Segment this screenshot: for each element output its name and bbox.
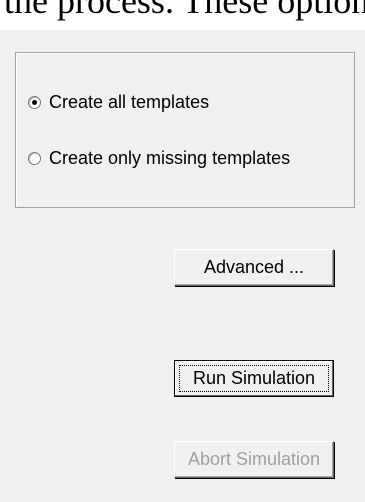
document-text: the process. These options	[4, 0, 365, 21]
radio-create-all-templates[interactable]: Create all templates	[28, 89, 209, 115]
radio-label-create-all: Create all templates	[49, 92, 210, 112]
radio-create-missing-templates[interactable]: Create only missing templates	[28, 145, 290, 171]
radio-label-create-missing: Create only missing templates	[49, 148, 291, 168]
advanced-button[interactable]: Advanced ...	[174, 249, 334, 286]
radio-unchecked-icon[interactable]	[28, 151, 41, 165]
abort-simulation-button[interactable]: Abort Simulation	[174, 441, 334, 478]
document-text-fragment: the process. These options	[0, 0, 365, 30]
run-simulation-button[interactable]: Run Simulation	[174, 360, 334, 397]
template-options-group	[15, 52, 355, 208]
radio-checked-icon[interactable]	[28, 95, 41, 109]
focus-indicator	[179, 365, 329, 392]
